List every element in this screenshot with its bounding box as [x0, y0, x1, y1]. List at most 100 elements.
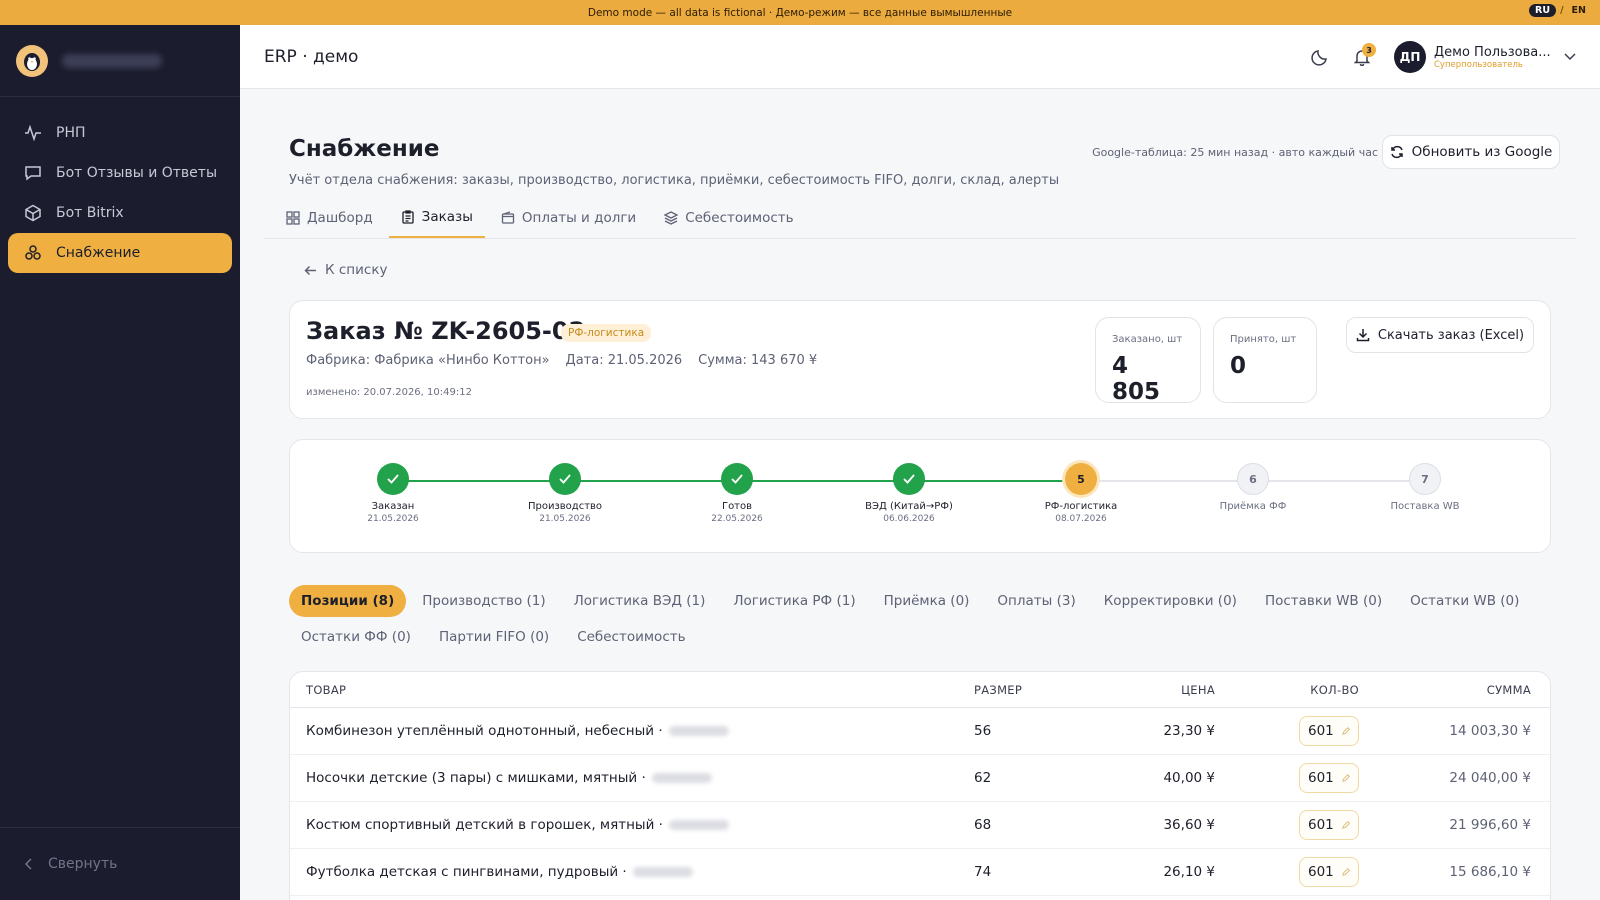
- product-name: Костюм спортивный детский в горошек, мят…: [306, 817, 663, 833]
- tab-orders[interactable]: Заказы: [388, 197, 485, 238]
- qty-value: 601: [1308, 817, 1334, 833]
- pencil-icon: [1341, 727, 1350, 735]
- qty-value: 601: [1308, 864, 1334, 880]
- arrow-left-icon: [304, 265, 316, 275]
- subtab-production[interactable]: Производство (1): [410, 585, 557, 617]
- step-label: Готов: [721, 501, 753, 512]
- sidebar-item-label: Бот Отзывы и Ответы: [56, 165, 217, 181]
- download-excel-button[interactable]: Скачать заказ (Excel): [1346, 317, 1534, 353]
- order-meta: Фабрика: Фабрика «Нинбо Коттон» Дата: 21…: [306, 353, 817, 368]
- demo-banner: Demo mode — all data is fictional · Демо…: [0, 0, 1600, 25]
- subtab-positions[interactable]: Позиции (8): [289, 585, 407, 617]
- received-qty-label: Принято, шт: [1230, 334, 1297, 345]
- tab-payments[interactable]: Оплаты и долги: [489, 197, 648, 238]
- page-title: Снабжение: [289, 136, 440, 162]
- step-label: ВЭД (Китай→РФ): [865, 501, 953, 512]
- section-tabs: Дашборд Заказы Оплаты и долги Себестоимо…: [264, 197, 1576, 239]
- step-label: Поставка WB: [1390, 501, 1460, 512]
- received-qty-value: 0: [1230, 353, 1247, 379]
- subtab-wb-stock[interactable]: Остатки WB (0): [1398, 585, 1531, 617]
- notification-count-badge: 3: [1362, 43, 1376, 57]
- excel-label: Скачать заказ (Excel): [1377, 327, 1525, 343]
- pencil-icon: [1341, 821, 1350, 829]
- col-price: ЦЕНА: [1181, 682, 1215, 697]
- sku-blurred: [668, 820, 729, 830]
- check-icon: [377, 463, 409, 495]
- subtab-cost[interactable]: Себестоимость: [565, 621, 697, 653]
- cell-price: 36,60 ¥: [1163, 817, 1215, 833]
- collapse-sidebar-button[interactable]: Свернуть: [0, 827, 240, 900]
- tab-dashboard[interactable]: Дашборд: [274, 197, 385, 238]
- step-ved: ВЭД (Китай→РФ) 06.06.2026: [829, 463, 989, 524]
- check-icon: [721, 463, 753, 495]
- status-badge: РФ-логистика: [561, 324, 652, 342]
- grid-icon: [286, 210, 300, 225]
- sidebar-item-reviews-bot[interactable]: Бот Отзывы и Ответы: [8, 153, 232, 193]
- subtab-fifo-batches[interactable]: Партии FIFO (0): [427, 621, 561, 653]
- lang-ru[interactable]: RU: [1529, 4, 1557, 17]
- subtab-corrections[interactable]: Корректировки (0): [1092, 585, 1249, 617]
- subtab-rf-logistics[interactable]: Логистика РФ (1): [721, 585, 867, 617]
- user-menu[interactable]: ДП Демо Пользова... Суперпользователь: [1394, 41, 1576, 73]
- order-title: Заказ № ZK-2605-02: [306, 317, 586, 345]
- sidebar-item-label: РНП: [56, 125, 86, 141]
- table-row: Футболка детская с пингвинами, пудровый …: [290, 849, 1550, 896]
- logo-row: [0, 25, 240, 97]
- user-name: Демо Пользова...: [1434, 44, 1551, 60]
- step-label: Производство: [527, 501, 603, 512]
- lang-en[interactable]: EN: [1568, 4, 1590, 17]
- sync-status: Google-таблица: 25 мин назад · авто кажд…: [1092, 146, 1378, 159]
- sidebar-nav: РНП Бот Отзывы и Ответы Бот Bitrix Снабж…: [0, 97, 240, 273]
- theme-toggle-button[interactable]: [1302, 39, 1338, 75]
- order-progress-stepper: Заказан 21.05.2026 Производство 21.05.20…: [289, 439, 1551, 553]
- tab-cost[interactable]: Себестоимость: [652, 197, 805, 238]
- check-icon: [549, 463, 581, 495]
- step-production: Производство 21.05.2026: [485, 463, 645, 524]
- page-subtitle: Учёт отдела снабжения: заказы, производс…: [289, 173, 1060, 188]
- table-row: Комбинезон утеплённый однотонный, небесн…: [290, 708, 1550, 755]
- user-role: Суперпользователь: [1434, 59, 1523, 70]
- subtab-ved-logistics[interactable]: Логистика ВЭД (1): [562, 585, 718, 617]
- tab-label: Себестоимость: [685, 209, 794, 226]
- back-to-list-link[interactable]: К списку: [304, 262, 387, 278]
- ordered-qty-stat: Заказано, шт 4 805: [1095, 317, 1201, 405]
- cell-qty: 601: [1215, 857, 1359, 887]
- ordered-qty-label: Заказано, шт: [1112, 334, 1183, 345]
- tab-label: Оплаты и долги: [521, 209, 637, 226]
- col-qty: КОЛ-ВО: [1310, 682, 1359, 697]
- layers-icon: [664, 210, 679, 225]
- step-number: 6: [1237, 463, 1269, 495]
- order-sum: Сумма: 143 670 ¥: [698, 353, 818, 368]
- chevron-down-icon: [1564, 53, 1576, 61]
- cell-size: 68: [974, 817, 992, 833]
- sidebar-item-label: Снабжение: [56, 245, 141, 261]
- language-switcher[interactable]: RU / EN: [1529, 4, 1590, 17]
- sidebar-item-supply[interactable]: Снабжение: [8, 233, 232, 273]
- notifications-button[interactable]: 3: [1344, 39, 1380, 75]
- qty-input[interactable]: 601: [1299, 810, 1359, 840]
- boxes-icon: [25, 245, 41, 260]
- cell-product: Комбинезон утеплённый однотонный, небесн…: [290, 723, 970, 739]
- sidebar-item-bitrix-bot[interactable]: Бот Bitrix: [8, 193, 232, 233]
- cell-sum: 14 003,30 ¥: [1449, 723, 1531, 739]
- subtab-acceptance[interactable]: Приёмка (0): [872, 585, 982, 617]
- qty-input[interactable]: 601: [1299, 763, 1359, 793]
- cell-price: 26,10 ¥: [1163, 864, 1215, 880]
- sku-blurred: [651, 773, 712, 783]
- table-row: Костюм спортивный детский в горошек, мят…: [290, 802, 1550, 849]
- step-date: 21.05.2026: [367, 514, 419, 524]
- subtab-wb-deliveries[interactable]: Поставки WB (0): [1253, 585, 1394, 617]
- order-card: Заказ № ZK-2605-02 РФ-логистика Фабрика:…: [289, 300, 1551, 419]
- qty-input[interactable]: 601: [1299, 716, 1359, 746]
- subtab-ff-stock[interactable]: Остатки ФФ (0): [289, 621, 423, 653]
- cell-qty: 601: [1215, 763, 1359, 793]
- refresh-from-google-button[interactable]: Обновить из Google: [1382, 135, 1560, 169]
- sidebar-item-rnp[interactable]: РНП: [8, 113, 232, 153]
- qty-input[interactable]: 601: [1299, 857, 1359, 887]
- check-icon: [893, 463, 925, 495]
- step-number: 5: [1065, 463, 1097, 495]
- step-number: 7: [1409, 463, 1441, 495]
- table-header: ТОВАР РАЗМЕР ЦЕНА КОЛ-ВО СУММА: [290, 672, 1550, 708]
- subtab-payments[interactable]: Оплаты (3): [985, 585, 1087, 617]
- col-size: РАЗМЕР: [974, 682, 1023, 697]
